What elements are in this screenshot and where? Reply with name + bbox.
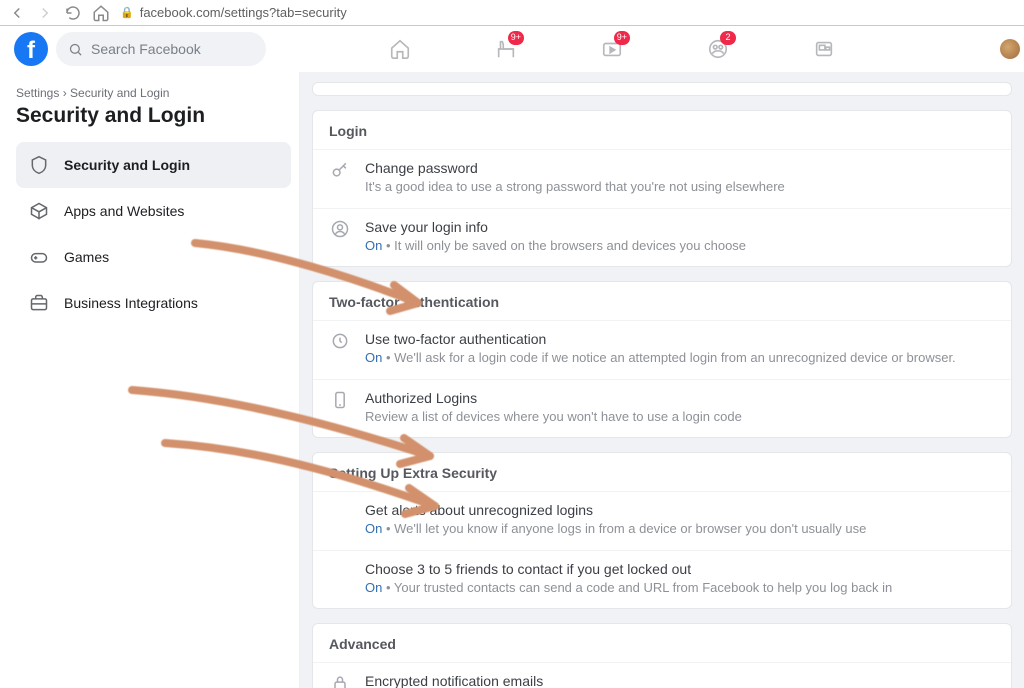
section-heading: Advanced — [313, 624, 1011, 662]
row-encrypted-emails[interactable]: Encrypted notification emails Add extra … — [313, 662, 1011, 688]
lock-shield-icon — [329, 331, 351, 367]
key-icon — [329, 160, 351, 196]
browser-chrome: 🔒 facebook.com/settings?tab=security — [0, 0, 1024, 26]
status-on: On — [365, 580, 382, 595]
sidebar-item-label: Business Integrations — [64, 295, 198, 311]
status-on: On — [365, 521, 382, 536]
sidebar-item-label: Security and Login — [64, 157, 190, 173]
phone-icon — [329, 390, 351, 426]
row-desc: On • We'll let you know if anyone logs i… — [365, 520, 995, 538]
games-icon — [26, 244, 52, 270]
back-icon[interactable] — [8, 4, 26, 22]
avatar[interactable] — [1000, 39, 1020, 59]
main-panel: Login Change password It's a good idea t… — [300, 72, 1024, 688]
lock-icon — [329, 673, 351, 688]
row-save-login[interactable]: Save your login info On • It will only b… — [313, 208, 1011, 267]
search-placeholder: Search Facebook — [91, 41, 201, 57]
blank-icon — [329, 561, 351, 597]
row-desc: On • Your trusted contacts can send a co… — [365, 579, 995, 597]
row-title: Encrypted notification emails — [365, 673, 995, 688]
row-authorized-logins[interactable]: Authorized Logins Review a list of devic… — [313, 379, 1011, 438]
section-heading: Login — [313, 111, 1011, 149]
row-alerts[interactable]: Get alerts about unrecognized logins On … — [313, 491, 1011, 550]
person-icon — [329, 219, 351, 255]
row-title: Choose 3 to 5 friends to contact if you … — [365, 561, 995, 577]
facebook-logo[interactable]: f — [14, 32, 48, 66]
row-title: Get alerts about unrecognized logins — [365, 502, 995, 518]
apps-icon — [26, 198, 52, 224]
card-advanced: Advanced Encrypted notification emails A… — [312, 623, 1012, 688]
sidebar-item-label: Games — [64, 249, 109, 265]
status-on: On — [365, 350, 382, 365]
row-desc: On • We'll ask for a login code if we no… — [365, 349, 995, 367]
nav-home[interactable] — [378, 30, 422, 68]
card-spacer — [312, 82, 1012, 96]
row-desc: On • It will only be saved on the browse… — [365, 237, 995, 255]
sidebar-item-label: Apps and Websites — [64, 203, 184, 219]
card-tfa: Two-factor authentication Use two-factor… — [312, 281, 1012, 438]
row-title: Authorized Logins — [365, 390, 995, 406]
page-title: Security and Login — [16, 104, 291, 128]
card-extra-security: Setting Up Extra Security Get alerts abo… — [312, 452, 1012, 609]
search-input[interactable]: Search Facebook — [56, 32, 266, 66]
status-on: On — [365, 238, 382, 253]
section-heading: Two-factor authentication — [313, 282, 1011, 320]
security-icon — [26, 152, 52, 178]
nav-watch[interactable]: 9+ — [590, 30, 634, 68]
sidebar-item-apps[interactable]: Apps and Websites — [16, 188, 291, 234]
reload-icon[interactable] — [64, 4, 82, 22]
business-icon — [26, 290, 52, 316]
sidebar-item-business[interactable]: Business Integrations — [16, 280, 291, 326]
blank-icon — [329, 502, 351, 538]
badge-watch: 9+ — [614, 31, 630, 45]
nav-groups[interactable]: 2 — [696, 30, 740, 68]
badge-groups: 2 — [720, 31, 736, 45]
nav-tabs: 9+ 9+ 2 — [378, 26, 846, 72]
sidebar-item-games[interactable]: Games — [16, 234, 291, 280]
lock-icon: 🔒 — [120, 6, 134, 19]
breadcrumb[interactable]: Settings › Security and Login — [16, 86, 291, 100]
forward-icon[interactable] — [36, 4, 54, 22]
row-title: Save your login info — [365, 219, 995, 235]
sidebar: Settings › Security and Login Security a… — [0, 72, 300, 688]
home-icon[interactable] — [92, 4, 110, 22]
facebook-topbar: f Search Facebook 9+ 9+ 2 — [0, 26, 1024, 72]
card-login: Login Change password It's a good idea t… — [312, 110, 1012, 267]
row-change-password[interactable]: Change password It's a good idea to use … — [313, 149, 1011, 208]
nav-gaming[interactable] — [802, 30, 846, 68]
row-desc: Review a list of devices where you won't… — [365, 408, 995, 426]
nav-friends[interactable]: 9+ — [484, 30, 528, 68]
row-trusted-friends[interactable]: Choose 3 to 5 friends to contact if you … — [313, 550, 1011, 609]
row-desc: It's a good idea to use a strong passwor… — [365, 178, 995, 196]
sidebar-item-security[interactable]: Security and Login — [16, 142, 291, 188]
badge-friends: 9+ — [508, 31, 524, 45]
address-bar[interactable]: 🔒 facebook.com/settings?tab=security — [120, 5, 347, 20]
url-text: facebook.com/settings?tab=security — [140, 5, 347, 20]
section-heading: Setting Up Extra Security — [313, 453, 1011, 491]
row-use-tfa[interactable]: Use two-factor authentication On • We'll… — [313, 320, 1011, 379]
row-title: Change password — [365, 160, 995, 176]
row-title: Use two-factor authentication — [365, 331, 995, 347]
